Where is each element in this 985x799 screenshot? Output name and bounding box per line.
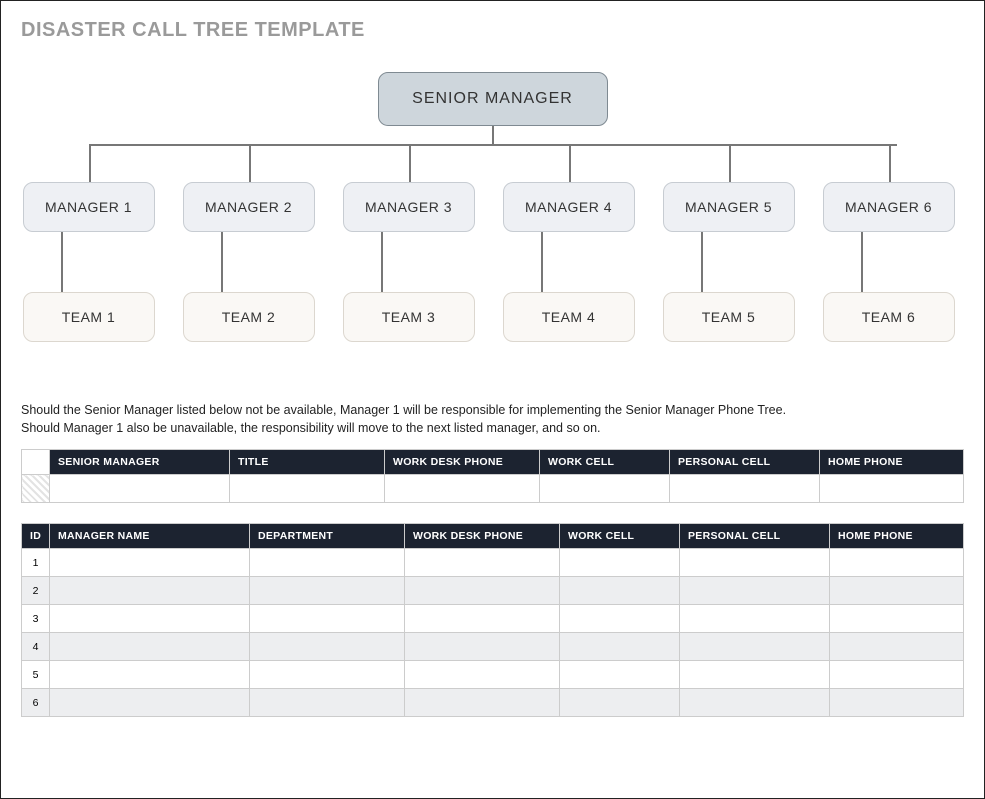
cell[interactable] — [560, 633, 680, 661]
cell[interactable] — [50, 549, 250, 577]
cell[interactable] — [405, 549, 560, 577]
manager-node-5: MANAGER 5 — [663, 182, 795, 232]
team-node-6: TEAM 6 — [823, 292, 955, 342]
cell[interactable] — [405, 577, 560, 605]
cell[interactable] — [50, 633, 250, 661]
table-row — [22, 475, 964, 503]
cell[interactable] — [670, 475, 820, 503]
cell[interactable] — [230, 475, 385, 503]
managers-table: ID MANAGER NAME DEPARTMENT WORK DESK PHO… — [21, 523, 964, 717]
cell[interactable] — [560, 605, 680, 633]
cell[interactable] — [50, 689, 250, 717]
table-row: 5 — [22, 661, 964, 689]
description-text: Should the Senior Manager listed below n… — [21, 402, 964, 437]
cell[interactable] — [250, 549, 405, 577]
col-header: PERSONAL CELL — [680, 524, 830, 549]
col-header: HOME PHONE — [820, 450, 964, 475]
cell[interactable] — [560, 549, 680, 577]
cell[interactable] — [560, 689, 680, 717]
page-title: DISASTER CALL TREE TEMPLATE — [21, 19, 964, 42]
cell[interactable] — [405, 605, 560, 633]
table-header-row: SENIOR MANAGER TITLE WORK DESK PHONE WOR… — [22, 450, 964, 475]
team-node-2: TEAM 2 — [183, 292, 315, 342]
id-cell: 5 — [22, 661, 50, 689]
manager-node-1: MANAGER 1 — [23, 182, 155, 232]
cell[interactable] — [680, 549, 830, 577]
id-cell: 1 — [22, 549, 50, 577]
table-row: 3 — [22, 605, 964, 633]
col-header: DEPARTMENT — [250, 524, 405, 549]
cell[interactable] — [680, 661, 830, 689]
cell[interactable] — [250, 633, 405, 661]
cell[interactable] — [250, 605, 405, 633]
col-header: HOME PHONE — [830, 524, 964, 549]
cell[interactable] — [680, 605, 830, 633]
page: DISASTER CALL TREE TEMPLATE SENIOR MANAG… — [0, 0, 985, 799]
cell[interactable] — [50, 661, 250, 689]
cell[interactable] — [250, 661, 405, 689]
cell[interactable] — [820, 475, 964, 503]
id-cell: 3 — [22, 605, 50, 633]
col-header: MANAGER NAME — [50, 524, 250, 549]
col-header: SENIOR MANAGER — [50, 450, 230, 475]
cell[interactable] — [405, 661, 560, 689]
col-header: WORK CELL — [540, 450, 670, 475]
cell[interactable] — [830, 549, 964, 577]
table-row: 2 — [22, 577, 964, 605]
hatch-cell — [22, 475, 50, 503]
org-chart: SENIOR MANAGER MANAGER 1 MANAGER 2 MANAG… — [23, 72, 963, 372]
senior-manager-node: SENIOR MANAGER — [378, 72, 608, 126]
col-header: WORK CELL — [560, 524, 680, 549]
team-node-5: TEAM 5 — [663, 292, 795, 342]
senior-manager-table: SENIOR MANAGER TITLE WORK DESK PHONE WOR… — [21, 449, 964, 503]
cell[interactable] — [50, 577, 250, 605]
table-row: 1 — [22, 549, 964, 577]
manager-node-2: MANAGER 2 — [183, 182, 315, 232]
id-cell: 2 — [22, 577, 50, 605]
cell[interactable] — [680, 633, 830, 661]
manager-node-6: MANAGER 6 — [823, 182, 955, 232]
cell[interactable] — [405, 689, 560, 717]
table-header-row: ID MANAGER NAME DEPARTMENT WORK DESK PHO… — [22, 524, 964, 549]
team-node-4: TEAM 4 — [503, 292, 635, 342]
id-cell: 6 — [22, 689, 50, 717]
cell[interactable] — [830, 689, 964, 717]
id-cell: 4 — [22, 633, 50, 661]
corner-cell — [22, 450, 50, 475]
cell[interactable] — [830, 633, 964, 661]
manager-node-4: MANAGER 4 — [503, 182, 635, 232]
cell[interactable] — [405, 633, 560, 661]
col-header: WORK DESK PHONE — [405, 524, 560, 549]
col-header: PERSONAL CELL — [670, 450, 820, 475]
cell[interactable] — [540, 475, 670, 503]
cell[interactable] — [385, 475, 540, 503]
col-header-id: ID — [22, 524, 50, 549]
cell[interactable] — [560, 577, 680, 605]
description-line-2: Should Manager 1 also be unavailable, th… — [21, 420, 964, 438]
cell[interactable] — [830, 605, 964, 633]
table-row: 6 — [22, 689, 964, 717]
cell[interactable] — [250, 577, 405, 605]
cell[interactable] — [50, 475, 230, 503]
cell[interactable] — [830, 661, 964, 689]
cell[interactable] — [560, 661, 680, 689]
table-row: 4 — [22, 633, 964, 661]
cell[interactable] — [250, 689, 405, 717]
cell[interactable] — [830, 577, 964, 605]
team-node-1: TEAM 1 — [23, 292, 155, 342]
description-line-1: Should the Senior Manager listed below n… — [21, 402, 964, 420]
col-header: TITLE — [230, 450, 385, 475]
col-header: WORK DESK PHONE — [385, 450, 540, 475]
team-node-3: TEAM 3 — [343, 292, 475, 342]
manager-node-3: MANAGER 3 — [343, 182, 475, 232]
cell[interactable] — [50, 605, 250, 633]
cell[interactable] — [680, 689, 830, 717]
cell[interactable] — [680, 577, 830, 605]
